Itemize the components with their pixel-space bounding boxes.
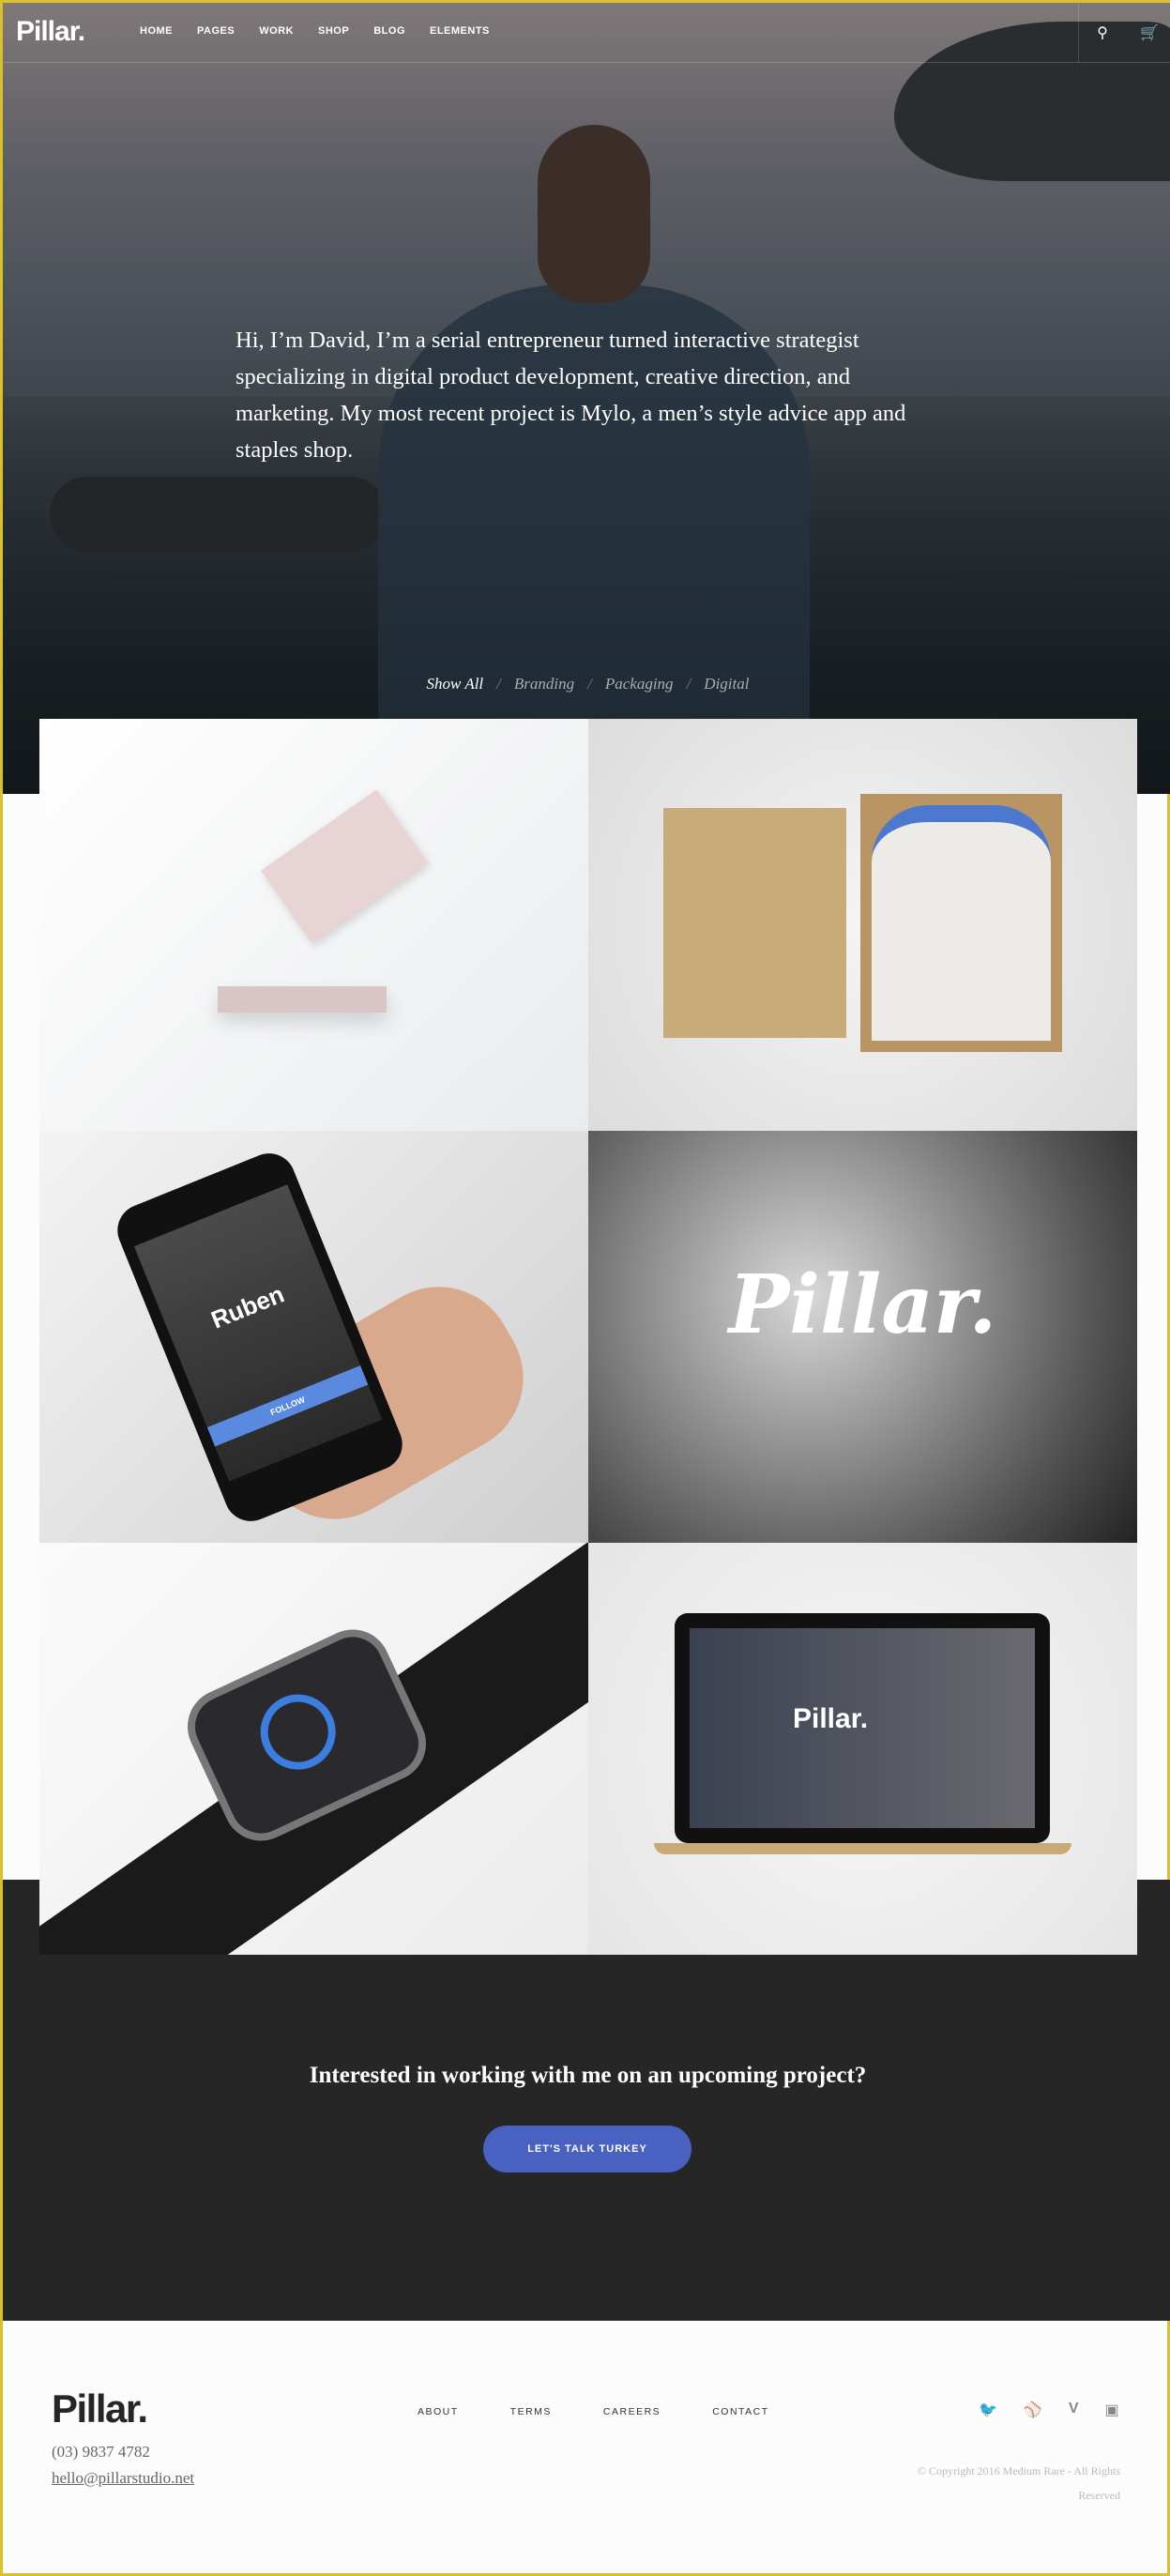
cta-heading: Interested in working with me on an upco… xyxy=(309,2063,867,2088)
footer-nav-terms[interactable]: TERMS xyxy=(510,2406,552,2417)
filter-branding[interactable]: Branding xyxy=(514,675,574,693)
nav-pages[interactable]: PAGES xyxy=(197,25,235,37)
nav-blog[interactable]: BLOG xyxy=(373,25,405,37)
phone-follow-button: FOLLOW xyxy=(206,1365,369,1447)
search-icon[interactable]: ⚲ xyxy=(1079,3,1126,63)
nav-work[interactable]: WORK xyxy=(259,25,294,37)
footer-nav-about[interactable]: ABOUT xyxy=(418,2406,459,2417)
card-stack-image xyxy=(218,986,387,1013)
box-tshirt-image xyxy=(860,794,1062,1052)
instagram-icon[interactable]: ▣ xyxy=(1105,2401,1119,2419)
nav-home[interactable]: HOME xyxy=(140,25,173,37)
social-links: 🐦 ⚾ V ▣ xyxy=(979,2401,1119,2419)
footer-nav-contact[interactable]: CONTACT xyxy=(712,2406,768,2417)
nav-elements[interactable]: ELEMENTS xyxy=(430,25,490,37)
nav-shop[interactable]: SHOP xyxy=(318,25,349,37)
portfolio-item-smartwatch[interactable] xyxy=(39,1543,588,1955)
filter-separator: / xyxy=(496,675,501,693)
portfolio-item-business-cards[interactable] xyxy=(39,719,588,1131)
hero-background-head xyxy=(538,125,650,303)
hero-background-rock xyxy=(50,477,387,552)
lets-talk-button[interactable]: LET'S TALK TURKEY xyxy=(483,2126,691,2172)
business-card-image xyxy=(261,789,428,944)
hero-intro-text: Hi, I’m David, I’m a serial entrepreneur… xyxy=(236,328,906,463)
footer-nav-careers[interactable]: CAREERS xyxy=(603,2406,661,2417)
cart-icon[interactable]: 🛒 xyxy=(1126,3,1170,63)
portfolio-item-apparel-packaging[interactable] xyxy=(588,719,1137,1131)
filter-show-all[interactable]: Show All xyxy=(427,675,484,693)
filter-separator: / xyxy=(686,675,691,693)
portfolio-filters: Show All / Branding / Packaging / Digital xyxy=(3,675,1170,694)
footer-phone: (03) 9837 4782 xyxy=(52,2443,150,2461)
dribbble-icon[interactable]: ⚾ xyxy=(1024,2401,1042,2419)
phone-screen-name: Ruben xyxy=(206,1279,289,1334)
portfolio-item-laptop-website[interactable]: Pillar. xyxy=(588,1543,1137,1955)
filter-packaging[interactable]: Packaging xyxy=(605,675,674,693)
site-header: Pillar. HOME PAGES WORK SHOP BLOG ELEMEN… xyxy=(3,3,1170,63)
header-icons: ⚲ 🛒 xyxy=(1078,3,1170,63)
laptop-base xyxy=(654,1843,1071,1854)
footer-nav: ABOUT TERMS CAREERS CONTACT xyxy=(418,2406,769,2417)
main-nav: HOME PAGES WORK SHOP BLOG ELEMENTS xyxy=(140,25,490,37)
vimeo-icon[interactable]: V xyxy=(1069,2401,1079,2419)
footer-logo[interactable]: Pillar. xyxy=(52,2386,148,2431)
laptop-screen-logo: Pillar. xyxy=(690,1628,1035,1828)
twitter-icon[interactable]: 🐦 xyxy=(979,2401,997,2419)
wave-logo-text: Pillar. xyxy=(728,1258,997,1352)
logo[interactable]: Pillar. xyxy=(16,16,85,48)
portfolio-grid: Ruben FOLLOW Pillar. Pillar. xyxy=(39,719,1137,1955)
box-lid-image xyxy=(663,808,846,1038)
portfolio-item-mobile-app[interactable]: Ruben FOLLOW xyxy=(39,1131,588,1543)
filter-digital[interactable]: Digital xyxy=(704,675,749,693)
laptop-image: Pillar. xyxy=(675,1613,1050,1843)
footer-email-link[interactable]: hello@pillarstudio.net xyxy=(52,2469,194,2488)
copyright-text: © Copyright 2016 Medium Rare - All Right… xyxy=(917,2464,1120,2502)
filter-separator: / xyxy=(587,675,592,693)
portfolio-item-wave-logo[interactable]: Pillar. xyxy=(588,1131,1137,1543)
